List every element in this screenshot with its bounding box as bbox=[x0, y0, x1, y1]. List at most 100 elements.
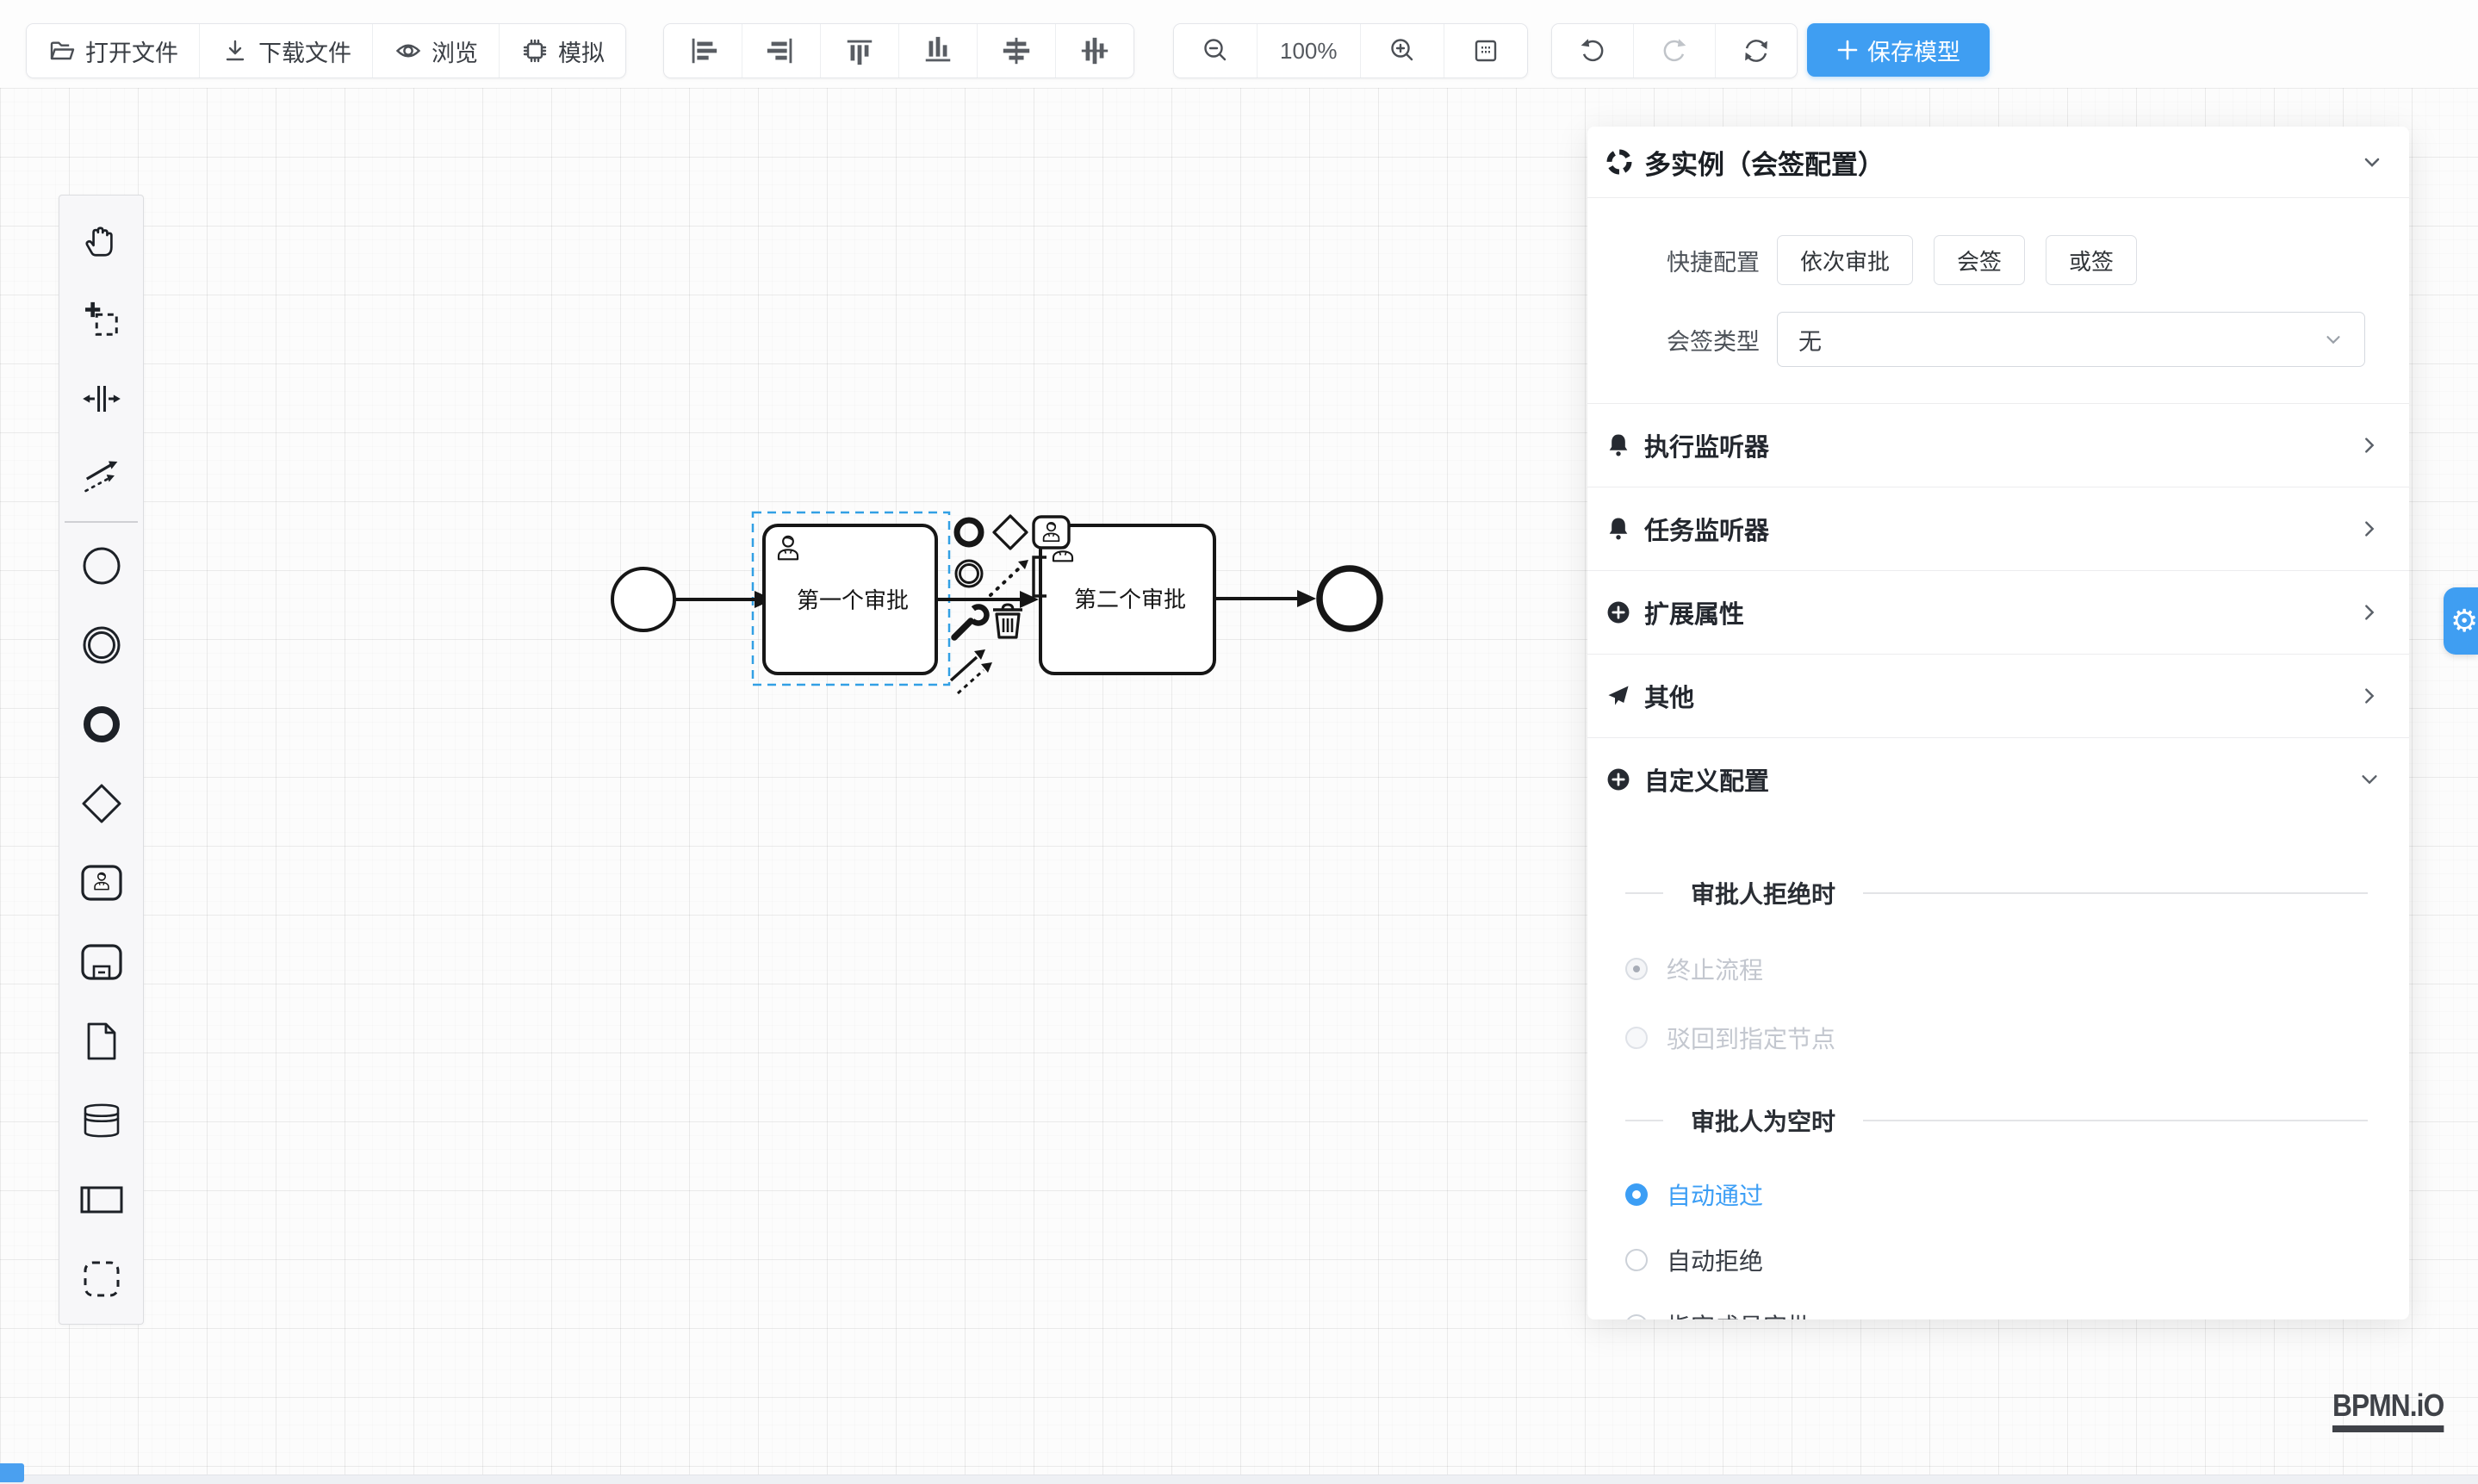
section-extended-properties[interactable]: 扩展属性 bbox=[1587, 571, 2409, 655]
zoom-in-icon bbox=[1387, 35, 1418, 66]
create-participant[interactable] bbox=[59, 1160, 143, 1239]
radio-terminate-process[interactable]: 终止流程 bbox=[1625, 953, 2409, 984]
multi-instance-icon bbox=[1605, 147, 1634, 177]
gear-icon: ⚙ bbox=[2450, 604, 2478, 639]
simulate-label: 模拟 bbox=[558, 34, 605, 68]
settings-tab[interactable]: ⚙ bbox=[2444, 587, 2478, 655]
section-task-listener[interactable]: 任务监听器 bbox=[1587, 487, 2409, 571]
divider bbox=[1625, 1120, 1663, 1121]
section-label: 自定义配置 bbox=[1644, 761, 1769, 798]
plus-circle-icon bbox=[1605, 766, 1632, 793]
create-subprocess[interactable] bbox=[59, 922, 143, 1002]
save-model-button[interactable]: 保存模型 bbox=[1807, 23, 1990, 77]
chevron-right-icon bbox=[2359, 602, 2380, 623]
lasso-tool[interactable] bbox=[59, 280, 143, 359]
download-file-label: 下载文件 bbox=[258, 34, 351, 68]
radio-auto-approve[interactable]: 自动通过 bbox=[1625, 1179, 2409, 1210]
align-right-icon bbox=[765, 34, 798, 67]
panel-header[interactable]: 多实例（会签配置） bbox=[1587, 127, 2409, 198]
radio-auto-reject[interactable]: 自动拒绝 bbox=[1625, 1245, 2409, 1276]
section-label: 扩展属性 bbox=[1644, 594, 1744, 630]
create-data-store[interactable] bbox=[59, 1081, 143, 1160]
align-left-button[interactable] bbox=[664, 24, 742, 78]
open-file-label: 打开文件 bbox=[85, 34, 178, 68]
quick-config-sequential-button[interactable]: 依次审批 bbox=[1777, 235, 1913, 285]
zoom-in-button[interactable] bbox=[1361, 24, 1444, 78]
toolbar-zoom-group: 100% bbox=[1173, 23, 1528, 78]
radio-assign-member[interactable]: 指定成员审批 bbox=[1625, 1310, 2409, 1319]
bpmn-io-badge[interactable] bbox=[0, 1463, 24, 1482]
chevron-right-icon bbox=[2359, 435, 2380, 456]
align-right-button[interactable] bbox=[742, 24, 821, 78]
chevron-right-icon bbox=[2359, 686, 2380, 706]
zoom-out-button[interactable] bbox=[1174, 24, 1258, 78]
space-tool[interactable] bbox=[59, 359, 143, 438]
radio-icon[interactable] bbox=[1625, 958, 1648, 980]
undo-icon bbox=[1576, 34, 1609, 67]
connect-arrows-icon bbox=[82, 458, 121, 498]
section-label: 其他 bbox=[1644, 678, 1694, 714]
bell-icon bbox=[1605, 432, 1632, 459]
radio-icon[interactable] bbox=[1625, 1183, 1648, 1206]
radio-return-to-node[interactable]: 驳回到指定节点 bbox=[1625, 1022, 2409, 1053]
create-group[interactable] bbox=[59, 1239, 143, 1319]
chevron-down-icon[interactable] bbox=[2361, 151, 2383, 173]
sign-type-select[interactable]: 无 bbox=[1777, 312, 2365, 367]
radio-icon[interactable] bbox=[1625, 1027, 1648, 1049]
align-center-vertical-button[interactable] bbox=[1056, 24, 1133, 78]
section-execution-listener[interactable]: 执行监听器 bbox=[1587, 404, 2409, 487]
create-gateway[interactable] bbox=[59, 764, 143, 843]
radio-label: 自动通过 bbox=[1667, 1177, 1763, 1212]
download-file-button[interactable]: 下载文件 bbox=[200, 24, 373, 78]
chip-icon bbox=[520, 36, 550, 65]
align-center-horizontal-icon bbox=[1000, 34, 1033, 67]
refresh-button[interactable] bbox=[1716, 24, 1797, 78]
panel-body: 快捷配置 依次审批 会签 或签 会签类型 无 bbox=[1587, 198, 2409, 1319]
open-file-button[interactable]: 打开文件 bbox=[27, 24, 200, 78]
quick-config-orsign-button[interactable]: 或签 bbox=[2046, 235, 2137, 285]
eye-icon bbox=[394, 36, 423, 65]
refresh-icon bbox=[1740, 34, 1773, 67]
create-intermediate-event[interactable] bbox=[59, 605, 143, 685]
user-task-icon bbox=[80, 864, 123, 902]
section-custom-config[interactable]: 自定义配置 bbox=[1587, 738, 2409, 821]
bpmn-logo: BPMN.iO bbox=[2332, 1388, 2444, 1432]
create-user-task[interactable] bbox=[59, 843, 143, 922]
undo-button[interactable] bbox=[1552, 24, 1634, 78]
chevron-down-icon bbox=[2359, 769, 2380, 790]
send-icon bbox=[1605, 682, 1632, 710]
radio-label: 指定成员审批 bbox=[1667, 1308, 1811, 1319]
align-top-button[interactable] bbox=[821, 24, 899, 78]
align-bottom-button[interactable] bbox=[899, 24, 978, 78]
align-center-horizontal-button[interactable] bbox=[978, 24, 1056, 78]
plus-circle-icon bbox=[1605, 599, 1632, 626]
hand-tool[interactable] bbox=[59, 201, 143, 280]
horizontal-scrollbar[interactable] bbox=[0, 1475, 2478, 1484]
chevron-right-icon bbox=[2359, 518, 2380, 539]
fit-viewport-button[interactable] bbox=[1444, 24, 1527, 78]
palette-separator bbox=[65, 521, 138, 523]
radio-icon[interactable] bbox=[1625, 1249, 1648, 1271]
quick-config-countersign-button[interactable]: 会签 bbox=[1934, 235, 2025, 285]
create-start-event[interactable] bbox=[59, 526, 143, 605]
radio-label: 自动拒绝 bbox=[1667, 1243, 1763, 1277]
participant-icon bbox=[79, 1183, 124, 1216]
preview-label: 浏览 bbox=[432, 34, 478, 68]
preview-button[interactable]: 浏览 bbox=[373, 24, 500, 78]
simulate-button[interactable]: 模拟 bbox=[500, 24, 625, 78]
create-end-event[interactable] bbox=[59, 685, 143, 764]
divider bbox=[1863, 892, 2368, 894]
radio-icon[interactable] bbox=[1625, 1314, 1648, 1319]
zoom-out-icon bbox=[1200, 35, 1231, 66]
data-object-icon bbox=[84, 1021, 120, 1062]
redo-button[interactable] bbox=[1634, 24, 1716, 78]
fit-viewport-icon bbox=[1470, 35, 1501, 66]
global-connect-tool[interactable] bbox=[59, 438, 143, 518]
section-label: 任务监听器 bbox=[1644, 511, 1769, 547]
section-other[interactable]: 其他 bbox=[1587, 655, 2409, 738]
zoom-level: 100% bbox=[1258, 24, 1361, 78]
panel-title: 多实例（会签配置） bbox=[1644, 143, 1885, 182]
group-icon bbox=[82, 1259, 121, 1299]
toolbar-align-group bbox=[663, 23, 1134, 78]
create-data-object[interactable] bbox=[59, 1002, 143, 1081]
